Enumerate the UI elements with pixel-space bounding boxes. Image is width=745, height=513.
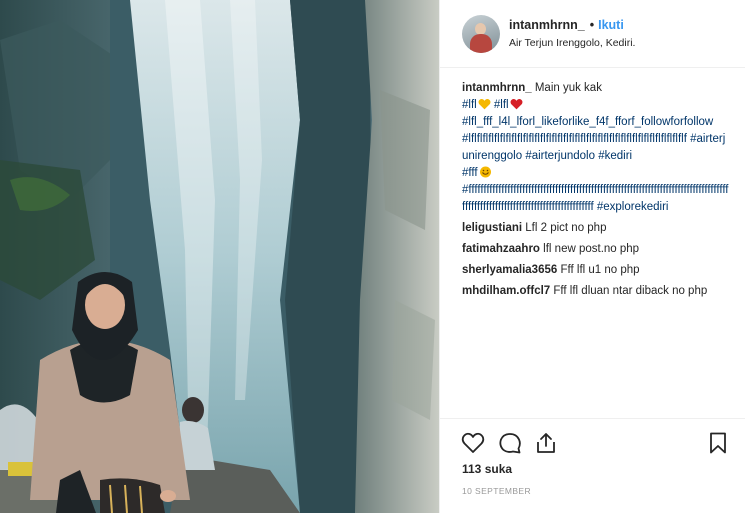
smile-eye-right (486, 169, 488, 172)
comment-username[interactable]: fatimahzaahro (462, 243, 540, 255)
caption-text: Main yuk kak (534, 82, 602, 94)
comment-text: Lfl 2 pict no php (525, 222, 607, 234)
comment-username[interactable]: leligustiani (462, 222, 522, 234)
share-arrow (540, 433, 552, 447)
hashtag[interactable]: #kediri (598, 150, 632, 162)
caption: intanmhrnn_ Main yuk kak #lfl #lfl #lfl_… (462, 80, 730, 216)
smile-face (479, 166, 491, 178)
comment-item: mhdilham.offcl7 Fff lfl dluan ntar dibac… (462, 283, 730, 300)
comment-item: sherlyamalia3656 Fff lfl u1 no php (462, 262, 730, 279)
waterfall-photo (0, 0, 439, 513)
bookmark-outline (710, 432, 726, 454)
comment-item: leligustiani Lfl 2 pict no php (462, 220, 730, 237)
hashtag[interactable]: #fffffffffffffffffffffffffffffffffffffff… (462, 182, 730, 216)
smile-emoji-icon (479, 166, 491, 178)
hashtag[interactable]: #lfl (494, 99, 509, 111)
heart-outline (461, 432, 485, 453)
post-sidebar: intanmhrnn_ • Ikuti Air Terjun Irenggolo… (439, 0, 745, 513)
yellow-heart-icon (478, 99, 491, 110)
heart-icon[interactable] (461, 431, 485, 455)
hashtag-text[interactable]: #fffffffffffffffffffffffffffffffffffffff… (462, 184, 729, 213)
hashtag[interactable]: #lfl (462, 99, 477, 111)
caption-line-2: #lfl #lfl (462, 97, 730, 114)
hashtag[interactable]: #lfl_fff_l4l_lforl_likeforlike_f4f_fforf… (462, 114, 730, 131)
smile-eye-left (482, 169, 484, 172)
comment-item: fatimahzaahro lfl new post.no php (462, 241, 730, 258)
post-photo[interactable] (0, 0, 439, 513)
avatar[interactable] (462, 14, 500, 53)
comment-text: Fff lfl u1 no php (560, 264, 640, 276)
header-username[interactable]: intanmhrnn_ (509, 18, 585, 32)
separator-dot: • (589, 18, 595, 32)
caption-username[interactable]: intanmhrnn_ (462, 82, 532, 94)
post-date[interactable]: 10 SEPTEMBER (462, 486, 531, 496)
hashtag[interactable]: #lflflflflflflflflflflflflflflflflflflfl… (462, 131, 730, 165)
comment-username[interactable]: sherlyamalia3656 (462, 264, 557, 276)
like-count[interactable]: 113 suka (462, 462, 512, 476)
comment-username[interactable]: mhdilham.offcl7 (462, 285, 550, 297)
red-heart-icon (510, 99, 523, 110)
hashtag[interactable]: #airterjundolo (525, 150, 595, 162)
red-heart-shape (510, 99, 523, 110)
bookmark-icon[interactable] (706, 431, 730, 455)
caption-line-6: #fff (462, 165, 730, 182)
comment-outline (499, 433, 521, 454)
comment-icon[interactable] (498, 431, 522, 455)
post-view: intanmhrnn_ • Ikuti Air Terjun Irenggolo… (0, 0, 745, 513)
comments-section: intanmhrnn_ Main yuk kak #lfl #lfl #lfl_… (462, 80, 730, 300)
post-header: intanmhrnn_ • Ikuti Air Terjun Irenggolo… (440, 0, 745, 68)
hashtag[interactable]: #explorekediri (597, 201, 669, 213)
action-bar: 113 suka 10 SEPTEMBER (440, 418, 745, 513)
hashtag-text[interactable]: #lflflflflflflflflflflflflflflflflflflfl… (462, 133, 687, 145)
hashtag[interactable]: #fff (462, 167, 478, 179)
follow-button[interactable]: Ikuti (598, 18, 624, 32)
yellow-heart-shape (478, 99, 491, 110)
share-icon[interactable] (534, 431, 558, 455)
post-location[interactable]: Air Terjun Irenggolo, Kediri. (509, 37, 635, 49)
comment-text: lfl new post.no php (543, 243, 640, 255)
comment-text: Fff lfl dluan ntar diback no php (553, 285, 708, 297)
